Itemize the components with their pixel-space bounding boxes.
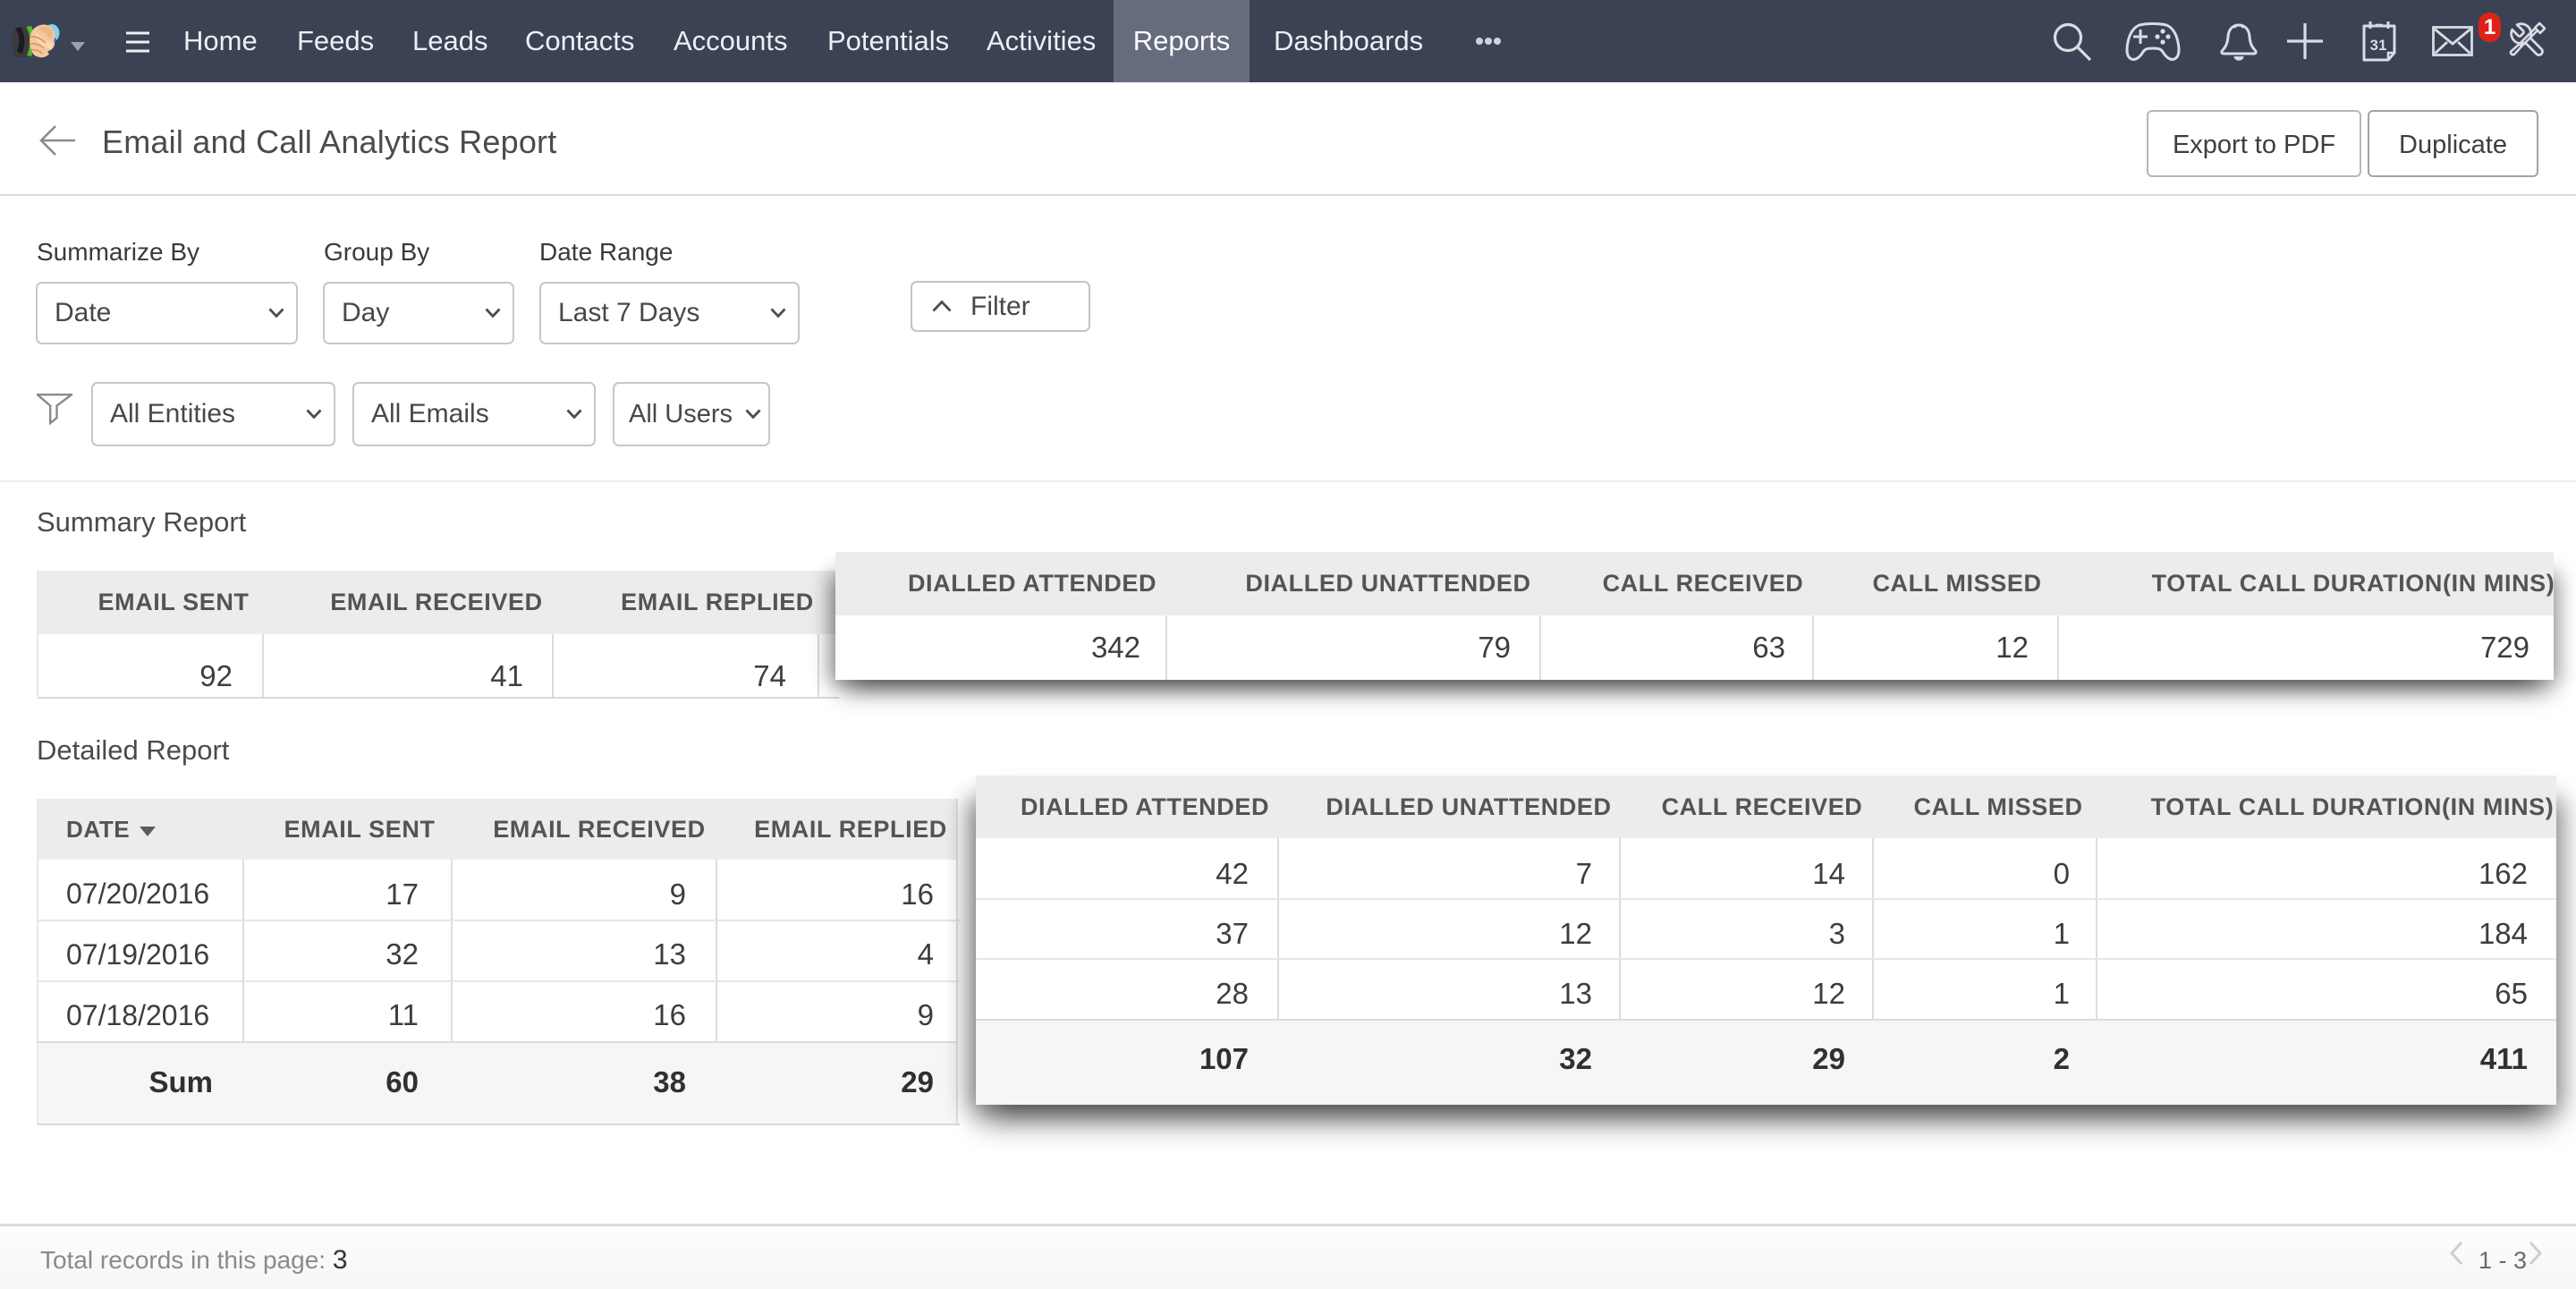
svg-text:31: 31 bbox=[2370, 37, 2387, 54]
